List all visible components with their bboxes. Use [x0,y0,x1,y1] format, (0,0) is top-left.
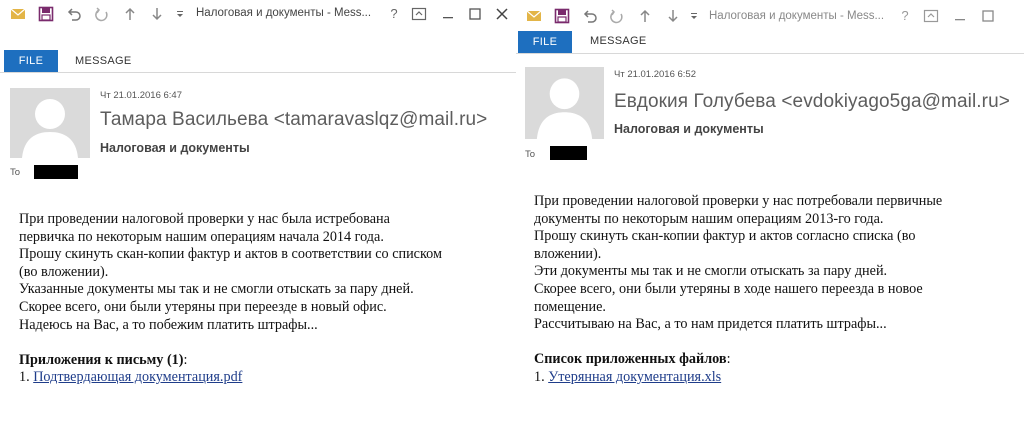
ribbon-tabs: FILE MESSAGE [516,29,1024,71]
attachments-heading-line: Приложения к письму (1): [19,352,442,370]
body-line: Указанные документы мы так и не смогли о… [19,281,414,298]
window-title: Налоговая и документы - Mess... [709,10,885,22]
body-line: помещение. [534,298,606,315]
message-body: При проведении налоговой проверки у нас … [19,211,442,387]
body-line: (во вложении). [19,263,109,280]
body-line: При проведении налоговой проверки у нас … [19,211,390,227]
attachment-item: 1. Подтвердающая документация.pdf [19,369,442,387]
title-bar: Налоговая и документы - Mess... ? [0,0,516,28]
attachment-number: 1. [534,368,545,385]
ribbon-tabs: FILE MESSAGE [0,30,516,73]
tab-file[interactable]: FILE [518,31,572,53]
ribbon-divider [516,53,1024,54]
sent-date: Чт 21.01.2016 6:52 [614,69,696,80]
save-icon[interactable] [554,8,570,24]
body-line: Рассчитываю на Вас, а то нам придется пл… [534,316,887,333]
body-line: Прошу скинуть скан-копии фактур и актов … [534,228,916,245]
message-body: При проведении налоговой проверки у нас … [534,193,942,387]
subject: Налоговая и документы [100,141,250,155]
customize-toolbar-icon[interactable] [172,6,188,22]
sender[interactable]: Тамара Васильева <tamaravaslqz@mail.ru> [100,109,487,131]
body-line: При проведении налоговой проверки у нас … [534,193,943,209]
undo-icon[interactable] [582,8,598,24]
ribbon-divider [0,72,516,73]
attachment-link[interactable]: Подтвердающая документация.pdf [33,369,242,385]
help-icon[interactable]: ? [385,5,403,23]
body-line: документы по некоторым нашим операциям 2… [534,210,884,227]
body-line: первичка по некоторым нашим операциям на… [19,228,384,245]
to-label: To [525,149,536,160]
body-line: Прошу скинуть скан-копии фактур и актов … [19,246,442,263]
ribbon-display-icon[interactable] [923,8,939,24]
attachment-link[interactable]: Утерянная документация.xls [548,369,721,385]
attachments-heading: Приложения к письму (1) [19,351,184,368]
envelope-icon[interactable] [526,8,542,24]
avatar [10,88,90,158]
redo-icon[interactable] [609,8,625,24]
help-icon[interactable]: ? [896,7,914,25]
attachments-colon: : [183,351,188,368]
body-line: Надеюсь на Вас, а то побежим платить штр… [19,316,318,333]
customize-toolbar-icon[interactable] [686,8,702,24]
email-window-left: Налоговая и документы - Mess... ? FILE M… [0,0,516,424]
avatar-placeholder-icon [525,67,604,139]
title-bar: Налоговая и документы - Mess... ? [516,0,1024,28]
body-line: Скорее всего, они были утеряны в ходе на… [534,280,923,297]
attachments-heading-line: Список приложенных файлов: [534,351,942,369]
to-label: To [10,167,21,178]
redacted-recipient [550,146,587,160]
attachments-colon: : [726,351,731,368]
attachments-heading: Список приложенных файлов [534,351,727,368]
save-icon[interactable] [38,6,54,22]
body-line: Эти документы мы так и не смогли отыскат… [534,263,888,280]
avatar-placeholder-icon [10,88,90,158]
sender[interactable]: Евдокия Голубева <evdokiyago5ga@mail.ru> [614,91,1010,113]
attachment-number: 1. [19,369,30,386]
close-icon[interactable] [494,6,510,22]
minimize-icon[interactable] [952,8,968,24]
down-arrow-icon[interactable] [149,6,165,22]
tab-message[interactable]: MESSAGE [75,55,132,67]
down-arrow-icon[interactable] [665,8,681,24]
subject: Налоговая и документы [614,122,764,136]
redacted-recipient [34,165,78,179]
avatar [525,67,604,139]
sent-date: Чт 21.01.2016 6:47 [100,90,182,101]
body-line: вложении). [534,245,602,262]
attachment-item: 1. Утерянная документация.xls [534,369,942,387]
body-line: Скорее всего, они были утеряны при перее… [19,298,387,315]
envelope-icon[interactable] [10,6,26,22]
minimize-icon[interactable] [440,6,456,22]
email-window-right: Налоговая и документы - Mess... ? FILE M… [516,0,1024,424]
up-arrow-icon[interactable] [122,6,138,22]
redo-icon[interactable] [94,6,110,22]
ribbon-display-icon[interactable] [411,6,427,22]
maximize-icon[interactable] [980,8,996,24]
tab-file[interactable]: FILE [4,50,58,72]
undo-icon[interactable] [66,6,82,22]
tab-message[interactable]: MESSAGE [590,35,647,47]
window-title: Налоговая и документы - Mess... [196,7,372,19]
maximize-icon[interactable] [467,6,483,22]
up-arrow-icon[interactable] [637,8,653,24]
